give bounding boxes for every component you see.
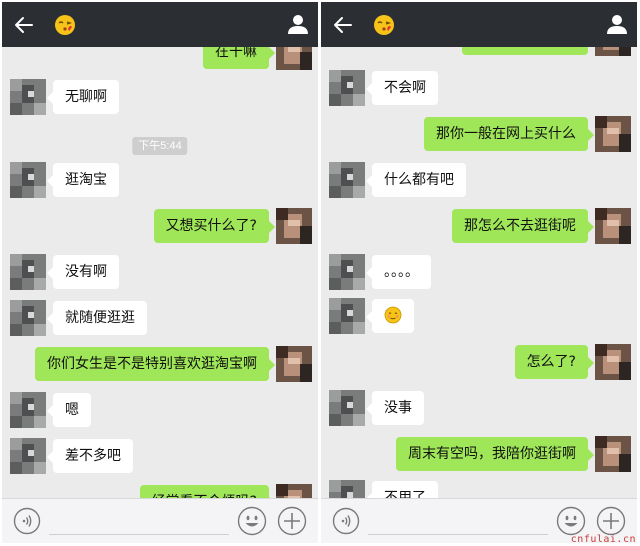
message-row-outgoing: 在干嘛: [2, 47, 318, 73]
message-bubble[interactable]: [366, 299, 414, 333]
message-bubble[interactable]: 那怎么不去逛街呢: [452, 209, 594, 243]
message-bubble[interactable]: 周末有空吗，我陪你逛街啊: [396, 437, 594, 471]
message-bubble[interactable]: 不会啊: [366, 71, 438, 105]
voice-icon[interactable]: [13, 507, 41, 535]
message-bubble[interactable]: 逛淘宝: [47, 163, 119, 197]
arrow-left-icon[interactable]: [13, 14, 35, 36]
avatar[interactable]: [329, 70, 365, 106]
avatar[interactable]: [276, 208, 312, 244]
message-row-incoming: 逛淘宝: [2, 161, 318, 201]
avatar[interactable]: [329, 298, 365, 334]
message-row-incoming: 嗯: [2, 391, 318, 431]
timestamp-badge: 下午5:44: [132, 137, 188, 155]
message-row-outgoing: 周末有空吗，我陪你逛街啊: [321, 435, 637, 475]
avatar[interactable]: [595, 116, 631, 152]
avatar[interactable]: [329, 480, 365, 498]
watermark: cnfulai.cn: [570, 534, 636, 545]
avatar[interactable]: [10, 254, 46, 290]
message-bubble[interactable]: 没有啊: [47, 255, 119, 289]
avatar[interactable]: [10, 392, 46, 428]
message-bubble[interactable]: 无聊啊: [47, 80, 119, 114]
message-row-outgoing: 又想买什么了?: [2, 207, 318, 247]
kiss-emoji-icon: [374, 15, 394, 35]
message-bubble[interactable]: [462, 47, 588, 55]
message-row-incoming: 没事: [321, 389, 637, 429]
message-row-outgoing: 怎么了?: [321, 343, 637, 383]
message-row-incoming: 不用了: [321, 479, 637, 498]
message-list: 不会啊 那你一般在网上买什么 什么都有吧 那怎么不去逛街呢 。。。。 怎么了? …: [321, 47, 637, 498]
message-bubble[interactable]: 嗯: [47, 393, 91, 427]
avatar[interactable]: [595, 208, 631, 244]
message-row-incoming: 没有啊: [2, 253, 318, 293]
avatar[interactable]: [329, 254, 365, 290]
message-bubble[interactable]: 什么都有吧: [366, 163, 466, 197]
person-icon[interactable]: [287, 13, 309, 35]
avatar[interactable]: [595, 47, 631, 56]
plus-icon[interactable]: [596, 506, 626, 536]
message-row-outgoing: 那怎么不去逛街呢: [321, 207, 637, 247]
avatar[interactable]: [10, 162, 46, 198]
kiss-emoji-icon: [55, 15, 75, 35]
message-input[interactable]: [368, 534, 548, 535]
message-bubble[interactable]: 在干嘛: [203, 47, 275, 69]
chat-header: [2, 2, 318, 47]
message-bubble[interactable]: 不用了: [366, 481, 438, 498]
message-row-incoming: 。。。。: [321, 253, 637, 293]
avatar[interactable]: [276, 346, 312, 382]
avatar[interactable]: [10, 300, 46, 336]
message-bubble[interactable]: 。。。。: [366, 255, 431, 289]
message-row-outgoing: [321, 47, 637, 59]
message-row-incoming: [321, 297, 637, 337]
avatar[interactable]: [276, 47, 312, 70]
avatar[interactable]: [595, 436, 631, 472]
person-icon[interactable]: [606, 13, 628, 35]
avatar[interactable]: [595, 344, 631, 380]
arrow-left-icon[interactable]: [332, 14, 354, 36]
avatar[interactable]: [329, 390, 365, 426]
message-row-incoming: 差不多吧: [2, 437, 318, 477]
voice-icon[interactable]: [332, 507, 360, 535]
message-row-incoming: 不会啊: [321, 69, 637, 109]
message-bubble[interactable]: 差不多吧: [47, 439, 133, 473]
avatar[interactable]: [276, 484, 312, 498]
input-toolbar: [2, 498, 318, 543]
chat-panel-right: 不会啊 那你一般在网上买什么 什么都有吧 那怎么不去逛街呢 。。。。 怎么了? …: [321, 2, 637, 543]
message-row-outgoing: 经常看不会烦吗?: [2, 483, 318, 498]
chat-panel-left: 在干嘛 无聊啊 下午5:44 逛淘宝 又想买什么了? 没有啊 就随便逛逛 你们女…: [2, 2, 318, 543]
message-bubble[interactable]: 那你一般在网上买什么: [424, 117, 594, 151]
message-bubble[interactable]: 又想买什么了?: [153, 209, 276, 243]
smile-icon[interactable]: [237, 506, 267, 536]
message-row-incoming: 什么都有吧: [321, 161, 637, 201]
message-bubble[interactable]: 没事: [366, 391, 424, 425]
smile-icon[interactable]: [556, 506, 586, 536]
avatar[interactable]: [329, 162, 365, 198]
message-bubble[interactable]: 怎么了?: [514, 345, 595, 379]
message-input[interactable]: [49, 534, 229, 535]
message-list: 在干嘛 无聊啊 下午5:44 逛淘宝 又想买什么了? 没有啊 就随便逛逛 你们女…: [2, 47, 318, 498]
chat-header: [321, 2, 637, 47]
plus-icon[interactable]: [277, 506, 307, 536]
message-row-outgoing: 那你一般在网上买什么: [321, 115, 637, 155]
message-row-incoming: 无聊啊: [2, 78, 318, 118]
message-row-outgoing: 你们女生是不是特别喜欢逛淘宝啊: [2, 345, 318, 385]
message-row-incoming: 就随便逛逛: [2, 299, 318, 339]
avatar[interactable]: [10, 438, 46, 474]
avatar[interactable]: [10, 79, 46, 115]
shy-smile-emoji-icon: [384, 306, 402, 324]
message-bubble[interactable]: 就随便逛逛: [47, 301, 147, 335]
message-bubble[interactable]: 经常看不会烦吗?: [139, 485, 276, 498]
message-bubble[interactable]: 你们女生是不是特别喜欢逛淘宝啊: [35, 347, 275, 381]
